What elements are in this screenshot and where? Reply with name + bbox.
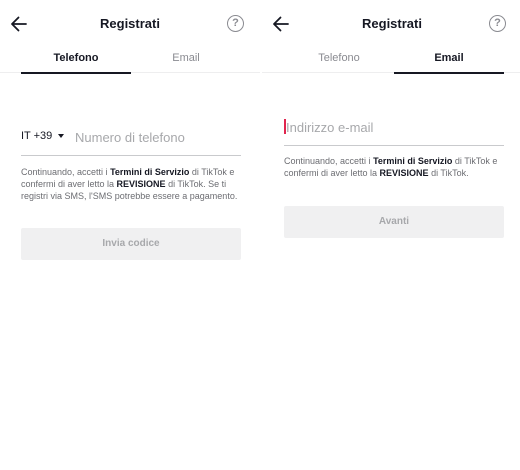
email-input[interactable]: [286, 116, 504, 138]
phone-signup-screen: Registrati ? Telefono Email IT +39 Conti…: [0, 0, 260, 470]
country-code-selector[interactable]: IT +39: [21, 130, 65, 142]
terms-of-service-link[interactable]: Termini di Servizio: [110, 167, 189, 177]
tab-email[interactable]: Email: [131, 45, 241, 73]
page-title: Registrati: [100, 16, 160, 31]
tab-telefono[interactable]: Telefono: [21, 45, 131, 74]
tab-email[interactable]: Email: [394, 45, 504, 74]
caret-down-icon: [58, 134, 65, 139]
terms-text: Continuando, accetti i Termini di Serviz…: [284, 155, 506, 179]
review-link[interactable]: REVISIONE: [117, 179, 166, 189]
header: Registrati ?: [262, 12, 520, 36]
country-code: IT +39: [21, 130, 53, 142]
tab-telefono[interactable]: Telefono: [284, 45, 394, 73]
question-circle-icon[interactable]: ?: [489, 15, 506, 32]
terms-of-service-link[interactable]: Termini di Servizio: [373, 156, 452, 166]
terms-prefix: Continuando, accetti i: [284, 156, 374, 166]
email-field: [284, 116, 504, 146]
header: Registrati ?: [0, 12, 260, 36]
email-signup-screen: Registrati ? Telefono Email Continuando,…: [262, 0, 520, 470]
question-circle-icon[interactable]: ?: [227, 15, 244, 32]
terms-text: Continuando, accetti i Termini di Serviz…: [21, 166, 243, 202]
tab-bar: Telefono Email: [0, 45, 260, 74]
tab-bar: Telefono Email: [262, 45, 520, 74]
next-button[interactable]: Avanti: [284, 206, 504, 238]
send-code-button[interactable]: Invia codice: [21, 228, 241, 260]
terms-prefix: Continuando, accetti i: [21, 167, 111, 177]
phone-number-input[interactable]: [75, 126, 241, 148]
phone-field: IT +39: [21, 126, 241, 156]
review-link[interactable]: REVISIONE: [380, 168, 429, 178]
terms-suffix: di TikTok.: [428, 168, 469, 178]
page-title: Registrati: [362, 16, 422, 31]
